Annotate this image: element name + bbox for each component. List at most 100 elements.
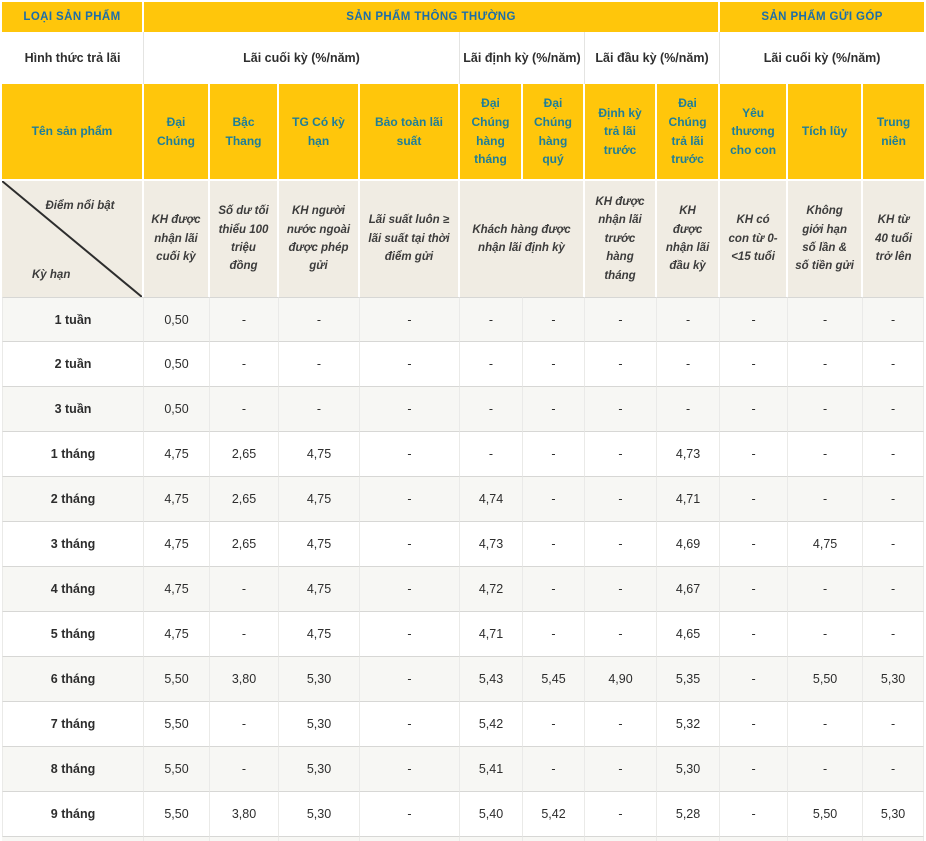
rate-cell: - — [360, 522, 460, 567]
category-header-row: LOẠI SẢN PHẨM SẢN PHẨM THÔNG THƯỜNG SẢN … — [2, 2, 925, 32]
rate-cell: 0,50 — [144, 342, 210, 387]
highlight-note: Lãi suất luôn ≥ lãi suất tại thời điểm g… — [360, 179, 460, 297]
rate-cell: - — [788, 702, 864, 747]
rate-cell: 5,32 — [657, 702, 721, 747]
rate-cell: - — [523, 297, 585, 342]
product-col-bao-toan-lai-suat: Bảo toàn lãi suất — [360, 84, 460, 179]
rate-cell: 4,73 — [460, 522, 523, 567]
term-cell: 6 tháng — [2, 657, 144, 702]
product-col-trung-nien: Trung niên — [863, 84, 925, 179]
product-col-dai-chung: Đại Chúng — [144, 84, 210, 179]
payment-type-header-row: Hình thức trả lãi Lãi cuối kỳ (%/năm) Lã… — [2, 32, 925, 84]
rate-cell: - — [210, 342, 279, 387]
rate-cell: - — [863, 612, 925, 657]
rate-cell: - — [460, 297, 523, 342]
rate-cell: 5,30 — [279, 792, 360, 837]
term-cell: 4 tháng — [2, 567, 144, 612]
highlight-note: KH từ 40 tuổi trở lên — [863, 179, 925, 297]
rate-cell: 5,50 — [144, 792, 210, 837]
rate-cell: - — [720, 612, 789, 657]
rate-cell: - — [788, 342, 864, 387]
product-col-dc-hang-quy: Đại Chúng hàng quý — [523, 84, 585, 179]
rate-cell: - — [788, 567, 864, 612]
category-installment-products: SẢN PHẨM GỬI GÓP — [720, 2, 925, 32]
rate-cell: 5,30 — [863, 792, 925, 837]
rate-cell: - — [585, 702, 657, 747]
rate-rows: 1 tuần 0,50- - - - - - - - - -2 tuần 0,50- - - - - - - - - -… — [2, 297, 925, 841]
term-cell: 3 tuần — [2, 387, 144, 432]
table-row: 8 tháng 5,50-5,30-5,41- -5,30- - - — [2, 747, 925, 792]
table-row: 7 tháng 5,50-5,30-5,42- -5,32- - - — [2, 702, 925, 747]
rate-cell: 5,50 — [144, 657, 210, 702]
rate-cell: - — [720, 297, 789, 342]
payment-upfront: Lãi đầu kỳ (%/năm) — [585, 32, 721, 84]
payment-periodic: Lãi định kỳ (%/năm) — [460, 32, 585, 84]
term-cell: 8 tháng — [2, 747, 144, 792]
category-normal-products: SẢN PHẨM THÔNG THƯỜNG — [144, 2, 721, 32]
partial-row — [2, 837, 925, 841]
rate-cell: - — [523, 612, 585, 657]
rate-cell: 4,73 — [657, 432, 721, 477]
rate-cell: - — [863, 432, 925, 477]
partial-cell — [863, 837, 925, 841]
rate-cell: - — [210, 387, 279, 432]
rate-cell: - — [863, 522, 925, 567]
term-label: Kỳ hạn — [32, 268, 71, 281]
rate-cell: - — [523, 432, 585, 477]
term-cell: 2 tháng — [2, 477, 144, 522]
rate-cell: - — [360, 792, 460, 837]
rate-cell: - — [360, 747, 460, 792]
term-cell: 1 tuần — [2, 297, 144, 342]
rate-cell: - — [788, 297, 864, 342]
rate-cell: - — [360, 657, 460, 702]
rate-cell: - — [863, 702, 925, 747]
highlight-label: Điểm nổi bật — [45, 200, 115, 212]
payment-type-label: Hình thức trả lãi — [2, 32, 144, 84]
rate-cell: - — [210, 612, 279, 657]
rate-cell: 4,75 — [144, 522, 210, 567]
payment-end-of-term-installment: Lãi cuối kỳ (%/năm) — [720, 32, 925, 84]
rate-cell: - — [720, 657, 789, 702]
rate-cell: - — [863, 477, 925, 522]
partial-cell — [360, 837, 460, 841]
rate-cell: - — [585, 342, 657, 387]
product-col-bac-thang: Bậc Thang — [210, 84, 279, 179]
rate-cell: 4,75 — [788, 522, 864, 567]
rate-cell: 4,75 — [144, 477, 210, 522]
partial-cell — [788, 837, 864, 841]
rate-cell: - — [360, 387, 460, 432]
rate-cell: - — [523, 522, 585, 567]
rate-cell: - — [720, 567, 789, 612]
rate-cell: 3,80 — [210, 657, 279, 702]
table-row: 9 tháng 5,50 3,80 5,30-5,40 5,42-5,28-5,50 5,… — [2, 792, 925, 837]
rate-cell: - — [279, 297, 360, 342]
rate-cell: - — [210, 567, 279, 612]
product-col-tg-co-ky-han: TG Có kỳ hạn — [279, 84, 360, 179]
table-row: 3 tháng 4,75 2,65 4,75-4,73- -4,69-4,75- — [2, 522, 925, 567]
rate-cell: 4,75 — [279, 612, 360, 657]
table-row: 2 tuần 0,50- - - - - - - - - - — [2, 342, 925, 387]
rate-cell: 5,45 — [523, 657, 585, 702]
rate-cell: - — [720, 522, 789, 567]
product-name-header-row: Tên sản phẩm Đại Chúng Bậc Thang TG Có k… — [2, 84, 925, 179]
rate-cell: - — [523, 477, 585, 522]
rate-cell: - — [360, 612, 460, 657]
rate-cell: - — [788, 387, 864, 432]
rate-cell: 2,65 — [210, 477, 279, 522]
rate-cell: - — [460, 342, 523, 387]
rate-cell: - — [360, 432, 460, 477]
highlight-note: KH được nhận lãi trước hàng tháng — [585, 179, 657, 297]
highlight-note: Số dư tối thiểu 100 triệu đồng — [210, 179, 279, 297]
table-row: 5 tháng 4,75-4,75-4,71- -4,65- - - — [2, 612, 925, 657]
rate-cell: - — [585, 477, 657, 522]
partial-cell — [585, 837, 657, 841]
rate-cell: - — [788, 432, 864, 477]
rate-cell: - — [585, 612, 657, 657]
table-row: 6 tháng 5,50 3,80 5,30-5,43 5,45 4,90 5,35-5,5… — [2, 657, 925, 702]
rate-cell: - — [720, 702, 789, 747]
rate-cell: - — [460, 432, 523, 477]
rate-cell: - — [360, 702, 460, 747]
rate-cell: - — [863, 387, 925, 432]
product-name-label: Tên sản phẩm — [2, 84, 144, 179]
rate-cell: - — [657, 342, 721, 387]
